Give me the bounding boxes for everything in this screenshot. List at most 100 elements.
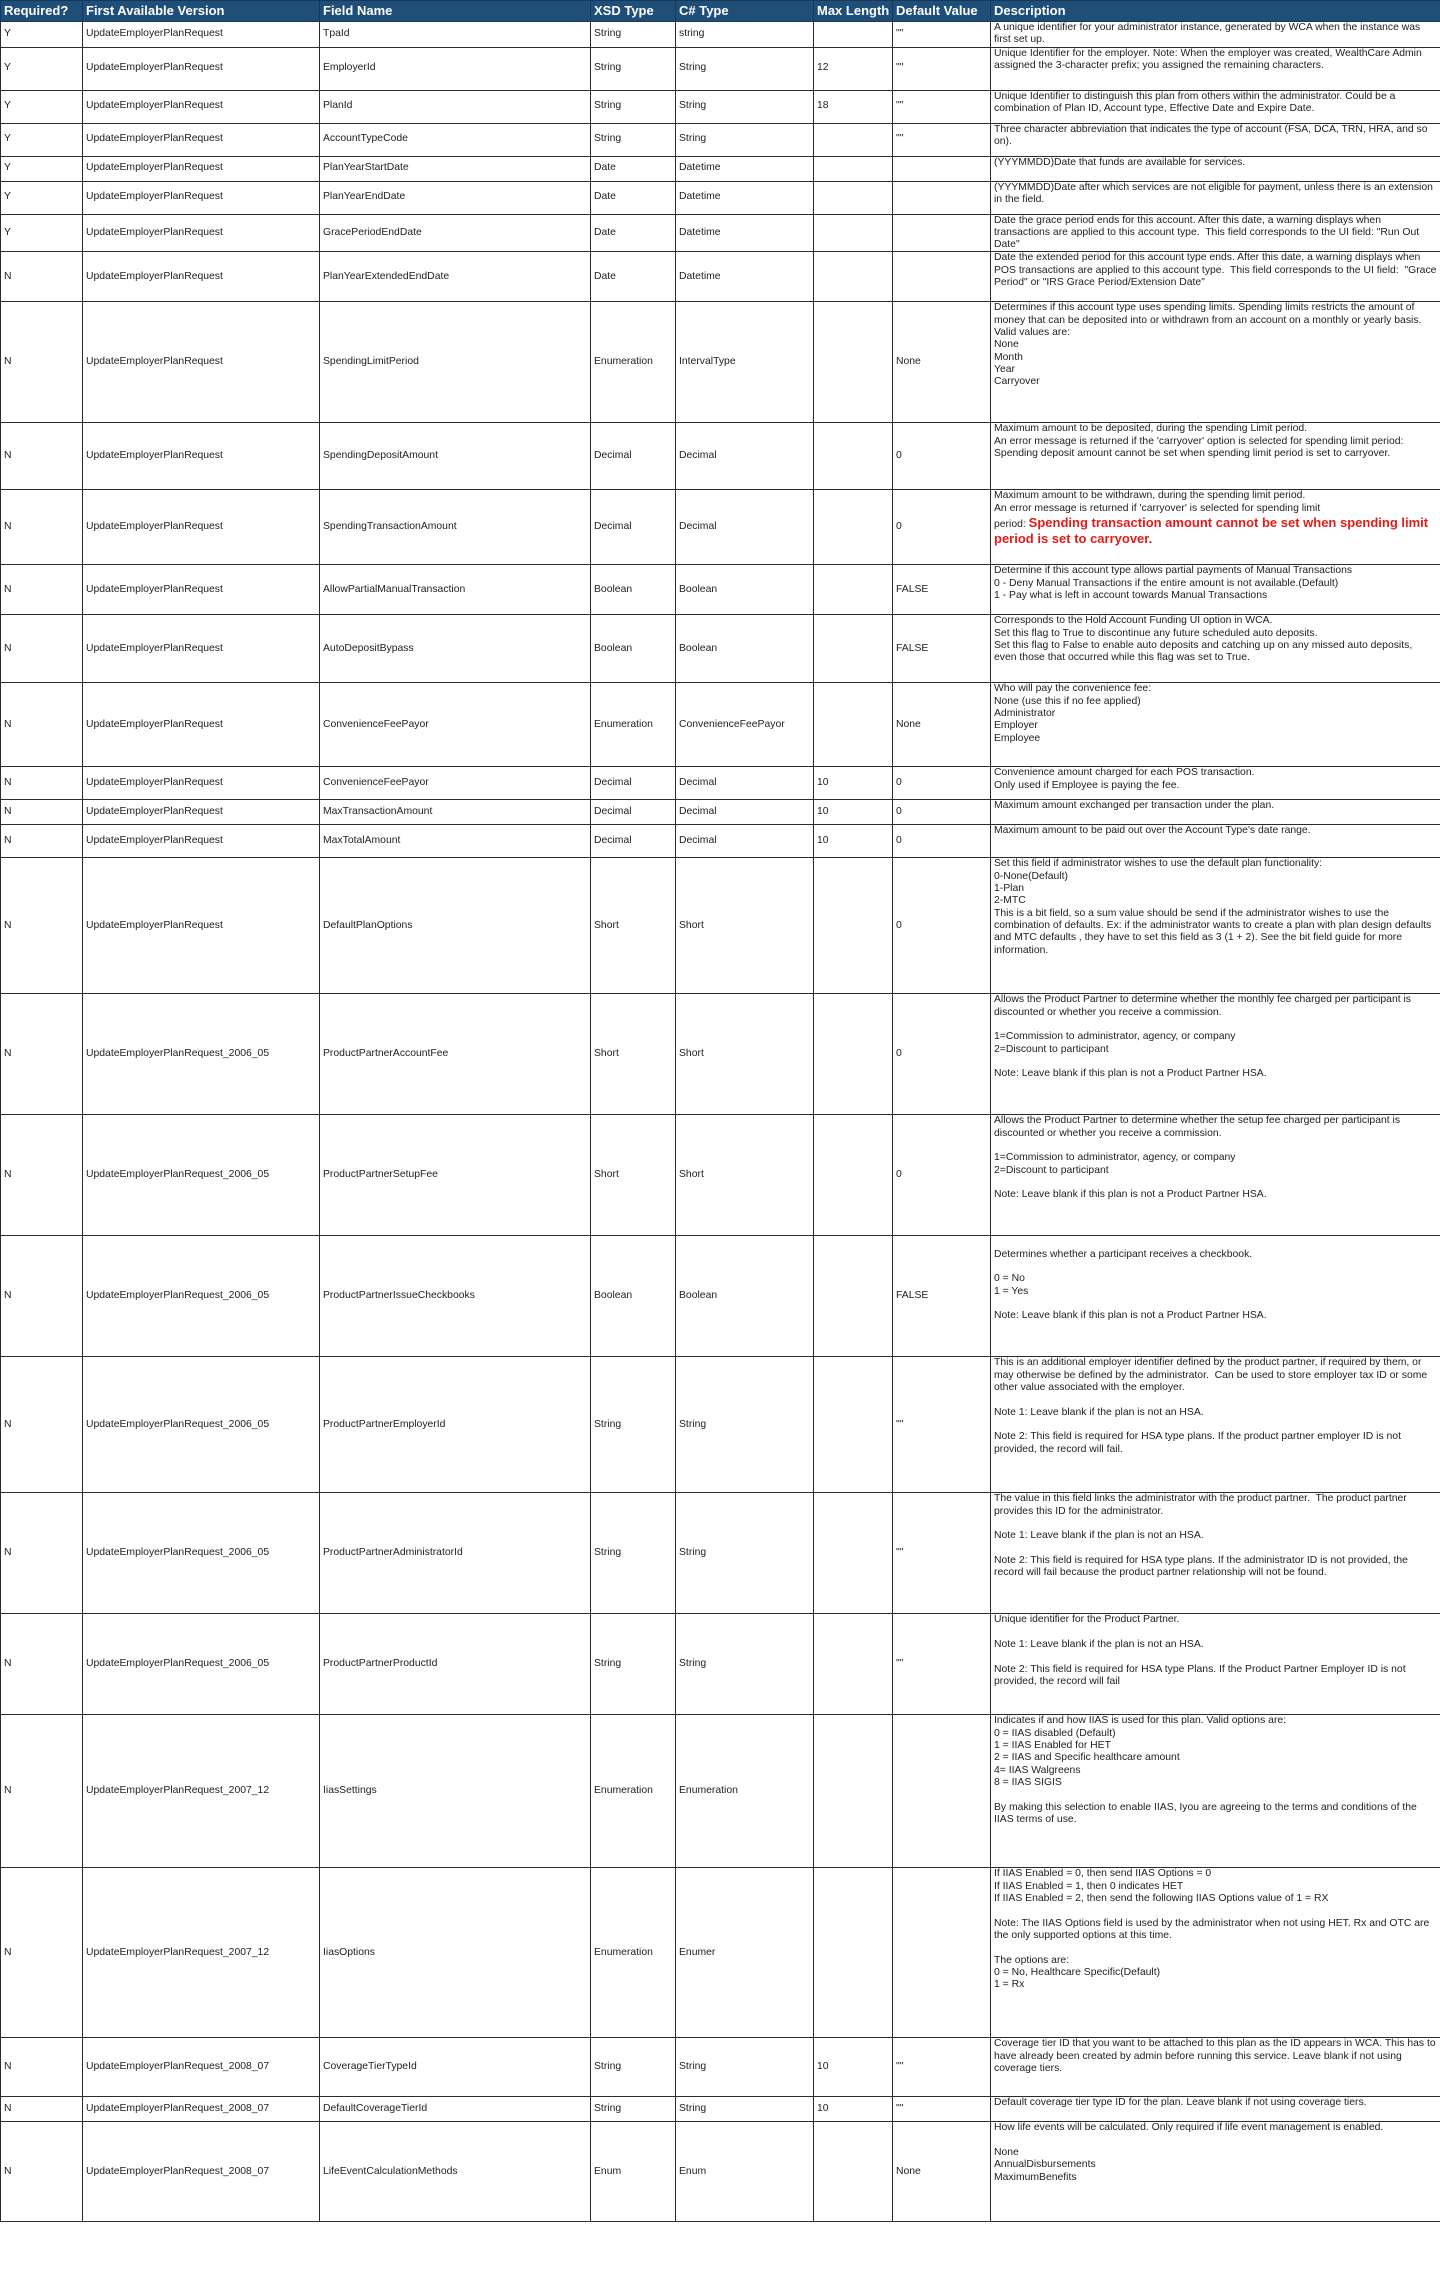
required-cell[interactable]: N	[0, 766, 83, 801]
required-cell[interactable]: Y	[0, 155, 83, 182]
version-cell[interactable]: UpdateEmployerPlanRequest	[82, 251, 320, 303]
csharp-type-cell[interactable]: String	[675, 1613, 814, 1716]
xsd-type-cell[interactable]: Short	[590, 857, 676, 995]
description-cell[interactable]: Default coverage tier type ID for the pl…	[990, 2096, 1440, 2123]
default-value-cell[interactable]	[892, 1714, 991, 1869]
max-length-cell[interactable]	[813, 1613, 893, 1716]
field-name-cell[interactable]: PlanId	[319, 89, 591, 124]
max-length-cell[interactable]	[813, 213, 893, 253]
default-value-cell[interactable]: ""	[892, 2037, 991, 2098]
xsd-type-cell[interactable]: String	[590, 46, 676, 91]
description-cell[interactable]: Unique Identifier for the employer. Note…	[990, 46, 1440, 91]
csharp-type-cell[interactable]: Datetime	[675, 251, 814, 303]
header-csharp-type[interactable]: C# Type	[675, 0, 814, 22]
required-cell[interactable]: N	[0, 251, 83, 303]
description-cell[interactable]: Maximum amount exchanged per transaction…	[990, 799, 1440, 826]
required-cell[interactable]: Y	[0, 89, 83, 124]
version-cell[interactable]: UpdateEmployerPlanRequest_2007_12	[82, 1714, 320, 1869]
version-cell[interactable]: UpdateEmployerPlanRequest	[82, 301, 320, 424]
required-cell[interactable]: N	[0, 614, 83, 684]
default-value-cell[interactable]: 0	[892, 1114, 991, 1237]
csharp-type-cell[interactable]: String	[675, 2037, 814, 2098]
required-cell[interactable]: Y	[0, 213, 83, 253]
csharp-type-cell[interactable]: Boolean	[675, 1235, 814, 1358]
field-name-cell[interactable]: SpendingDepositAmount	[319, 422, 591, 491]
xsd-type-cell[interactable]: Short	[590, 993, 676, 1116]
default-value-cell[interactable]	[892, 180, 991, 215]
version-cell[interactable]: UpdateEmployerPlanRequest	[82, 857, 320, 995]
field-name-cell[interactable]: SpendingLimitPeriod	[319, 301, 591, 424]
required-cell[interactable]: Y	[0, 21, 83, 48]
max-length-cell[interactable]	[813, 1867, 893, 2039]
version-cell[interactable]: UpdateEmployerPlanRequest	[82, 799, 320, 826]
max-length-cell[interactable]	[813, 2121, 893, 2223]
description-cell[interactable]: Indicates if and how IIAS is used for th…	[990, 1714, 1440, 1869]
required-cell[interactable]: N	[0, 1235, 83, 1358]
xsd-type-cell[interactable]: Decimal	[590, 799, 676, 826]
description-cell[interactable]: (YYYMMDD)Date that funds are available f…	[990, 155, 1440, 182]
default-value-cell[interactable]: 0	[892, 489, 991, 566]
max-length-cell[interactable]: 12	[813, 46, 893, 91]
default-value-cell[interactable]: ""	[892, 2096, 991, 2123]
xsd-type-cell[interactable]: Enumeration	[590, 1714, 676, 1869]
description-cell[interactable]: Convenience amount charged for each POS …	[990, 766, 1440, 801]
required-cell[interactable]: N	[0, 564, 83, 616]
required-cell[interactable]: N	[0, 1114, 83, 1237]
version-cell[interactable]: UpdateEmployerPlanRequest	[82, 122, 320, 157]
max-length-cell[interactable]	[813, 857, 893, 995]
max-length-cell[interactable]	[813, 180, 893, 215]
default-value-cell[interactable]: None	[892, 301, 991, 424]
version-cell[interactable]: UpdateEmployerPlanRequest_2006_05	[82, 1235, 320, 1358]
version-cell[interactable]: UpdateEmployerPlanRequest	[82, 89, 320, 124]
xsd-type-cell[interactable]: Short	[590, 1114, 676, 1237]
required-cell[interactable]: N	[0, 824, 83, 859]
xsd-type-cell[interactable]: String	[590, 1356, 676, 1494]
header-first-available-version[interactable]: First Available Version	[82, 0, 320, 22]
csharp-type-cell[interactable]: Decimal	[675, 799, 814, 826]
field-name-cell[interactable]: CoverageTierTypeId	[319, 2037, 591, 2098]
required-cell[interactable]: N	[0, 799, 83, 826]
csharp-type-cell[interactable]: Decimal	[675, 824, 814, 859]
header-description[interactable]: Description	[990, 0, 1440, 22]
version-cell[interactable]: UpdateEmployerPlanRequest_2008_07	[82, 2121, 320, 2223]
xsd-type-cell[interactable]: Decimal	[590, 489, 676, 566]
default-value-cell[interactable]: 0	[892, 857, 991, 995]
csharp-type-cell[interactable]: string	[675, 21, 814, 48]
field-name-cell[interactable]: ProductPartnerAccountFee	[319, 993, 591, 1116]
csharp-type-cell[interactable]: Decimal	[675, 489, 814, 566]
xsd-type-cell[interactable]: String	[590, 2037, 676, 2098]
required-cell[interactable]: N	[0, 682, 83, 768]
xsd-type-cell[interactable]: Date	[590, 155, 676, 182]
field-name-cell[interactable]: IiasSettings	[319, 1714, 591, 1869]
max-length-cell[interactable]: 10	[813, 2037, 893, 2098]
default-value-cell[interactable]: None	[892, 682, 991, 768]
max-length-cell[interactable]	[813, 564, 893, 616]
default-value-cell[interactable]: 0	[892, 766, 991, 801]
description-cell[interactable]: If IIAS Enabled = 0, then send IIAS Opti…	[990, 1867, 1440, 2039]
field-name-cell[interactable]: ProductPartnerAdministratorId	[319, 1492, 591, 1615]
description-cell[interactable]: Who will pay the convenience fee: None (…	[990, 682, 1440, 768]
description-cell[interactable]: Maximum amount to be paid out over the A…	[990, 824, 1440, 859]
default-value-cell[interactable]: 0	[892, 799, 991, 826]
description-cell[interactable]: Date the extended period for this accoun…	[990, 251, 1440, 303]
header-required[interactable]: Required?	[0, 0, 83, 22]
description-cell[interactable]: This is an additional employer identifie…	[990, 1356, 1440, 1494]
description-cell[interactable]: Corresponds to the Hold Account Funding …	[990, 614, 1440, 684]
max-length-cell[interactable]: 10	[813, 799, 893, 826]
description-cell[interactable]: Maximum amount to be deposited, during t…	[990, 422, 1440, 491]
max-length-cell[interactable]	[813, 1235, 893, 1358]
version-cell[interactable]: UpdateEmployerPlanRequest_2008_07	[82, 2096, 320, 2123]
csharp-type-cell[interactable]: Boolean	[675, 614, 814, 684]
default-value-cell[interactable]: ""	[892, 122, 991, 157]
csharp-type-cell[interactable]: Short	[675, 857, 814, 995]
max-length-cell[interactable]	[813, 301, 893, 424]
default-value-cell[interactable]: ""	[892, 46, 991, 91]
required-cell[interactable]: N	[0, 1714, 83, 1869]
field-name-cell[interactable]: MaxTransactionAmount	[319, 799, 591, 826]
xsd-type-cell[interactable]: Decimal	[590, 766, 676, 801]
default-value-cell[interactable]: ""	[892, 1613, 991, 1716]
max-length-cell[interactable]	[813, 1356, 893, 1494]
csharp-type-cell[interactable]: Decimal	[675, 766, 814, 801]
default-value-cell[interactable]	[892, 155, 991, 182]
description-cell[interactable]: Determine if this account type allows pa…	[990, 564, 1440, 616]
